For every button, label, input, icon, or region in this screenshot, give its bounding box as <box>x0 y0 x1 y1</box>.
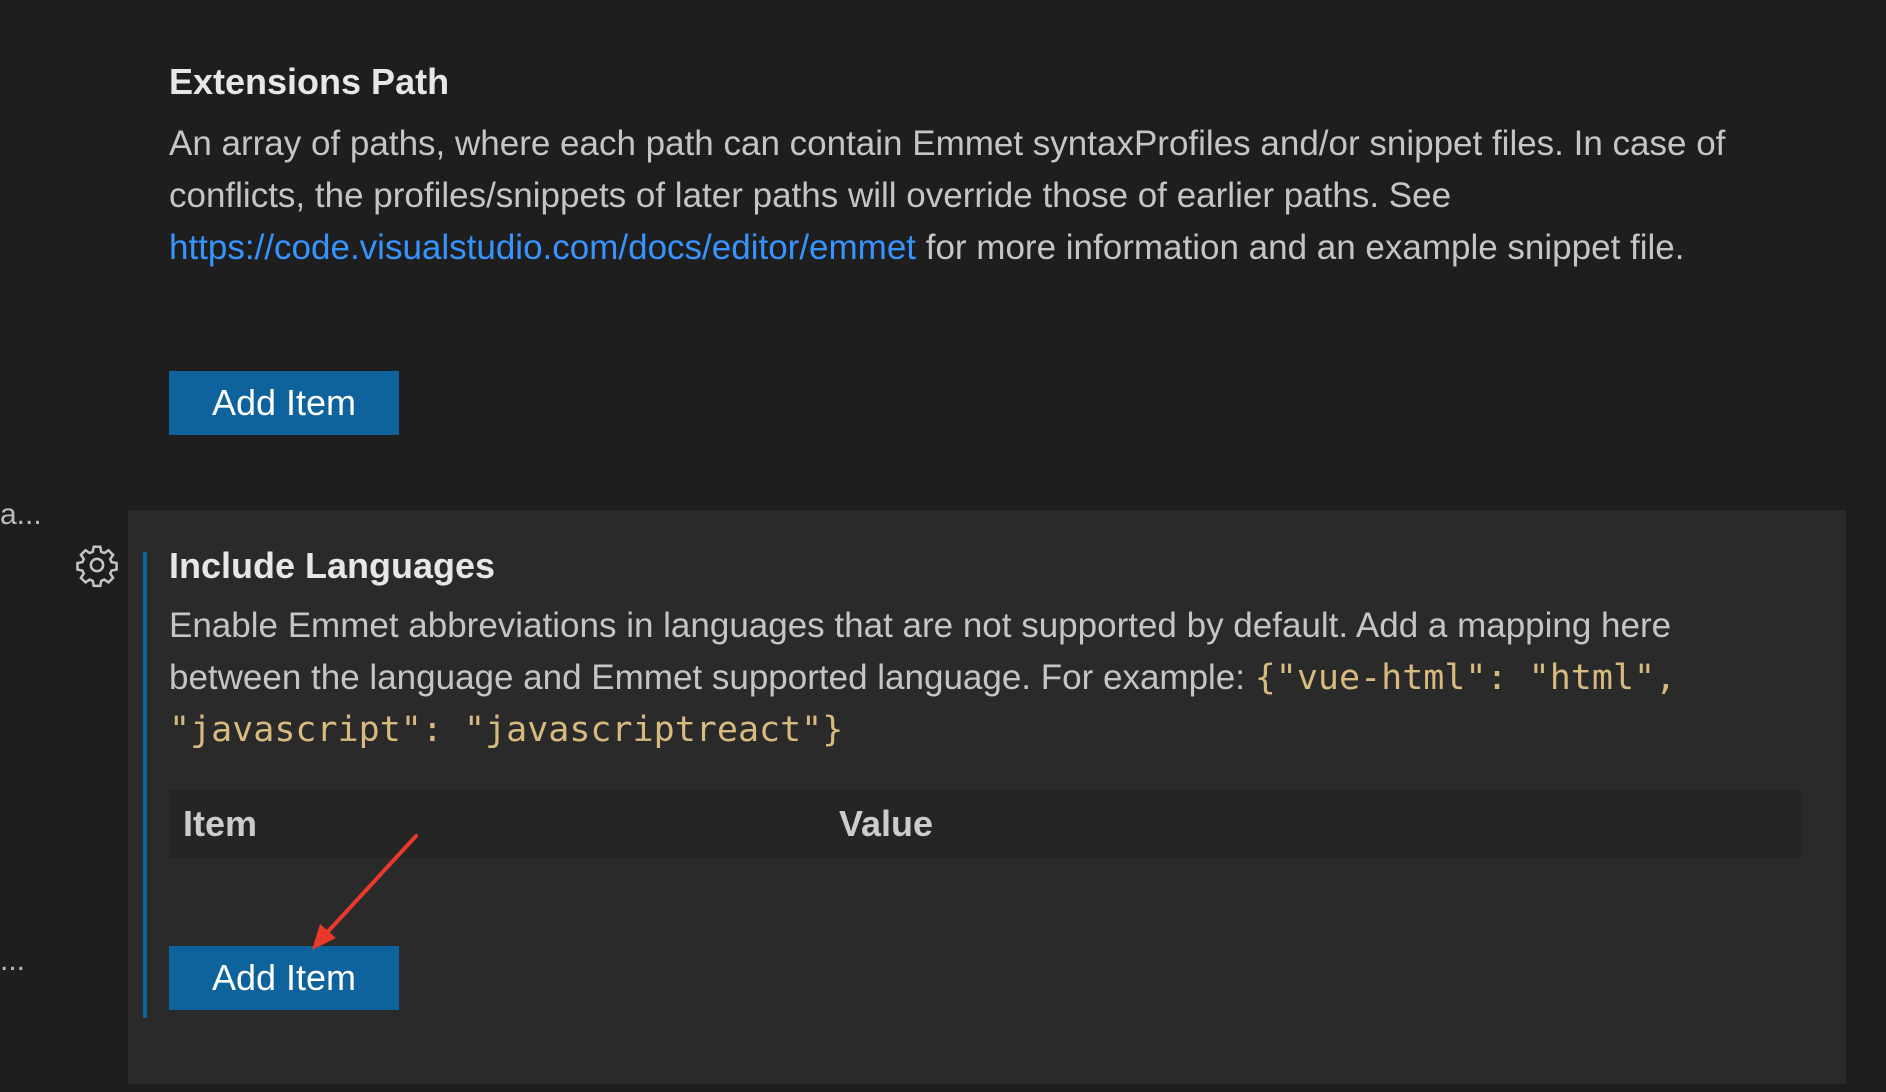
settings-editor: a... ... Extensions Path An array of pat… <box>0 0 1886 1092</box>
add-item-button[interactable]: Add Item <box>169 946 399 1010</box>
gutter-truncated-label[interactable]: a... <box>0 498 42 532</box>
add-item-button[interactable]: Add Item <box>169 371 399 435</box>
column-header-value: Value <box>839 803 934 844</box>
description-text: An array of paths, where each path can c… <box>169 124 1726 215</box>
table-header: Item Value <box>169 790 1801 858</box>
setting-extensions-path: Extensions Path An array of paths, where… <box>128 0 1846 500</box>
gear-icon[interactable] <box>74 542 120 588</box>
setting-title: Extensions Path <box>169 61 450 102</box>
setting-description: Enable Emmet abbreviations in languages … <box>169 600 1809 756</box>
description-text: for more information and an example snip… <box>916 228 1685 267</box>
setting-include-languages-content: Include Languages Enable Emmet abbreviat… <box>169 544 1809 756</box>
setting-description: An array of paths, where each path can c… <box>169 118 1809 274</box>
setting-extensions-path-content: Extensions Path An array of paths, where… <box>169 60 1809 274</box>
column-header-item: Item <box>183 803 258 844</box>
focus-indicator <box>143 552 147 1018</box>
setting-title: Include Languages <box>169 545 496 586</box>
gutter-truncated-label[interactable]: ... <box>0 944 25 978</box>
emmet-docs-link[interactable]: https://code.visualstudio.com/docs/edito… <box>169 228 916 267</box>
